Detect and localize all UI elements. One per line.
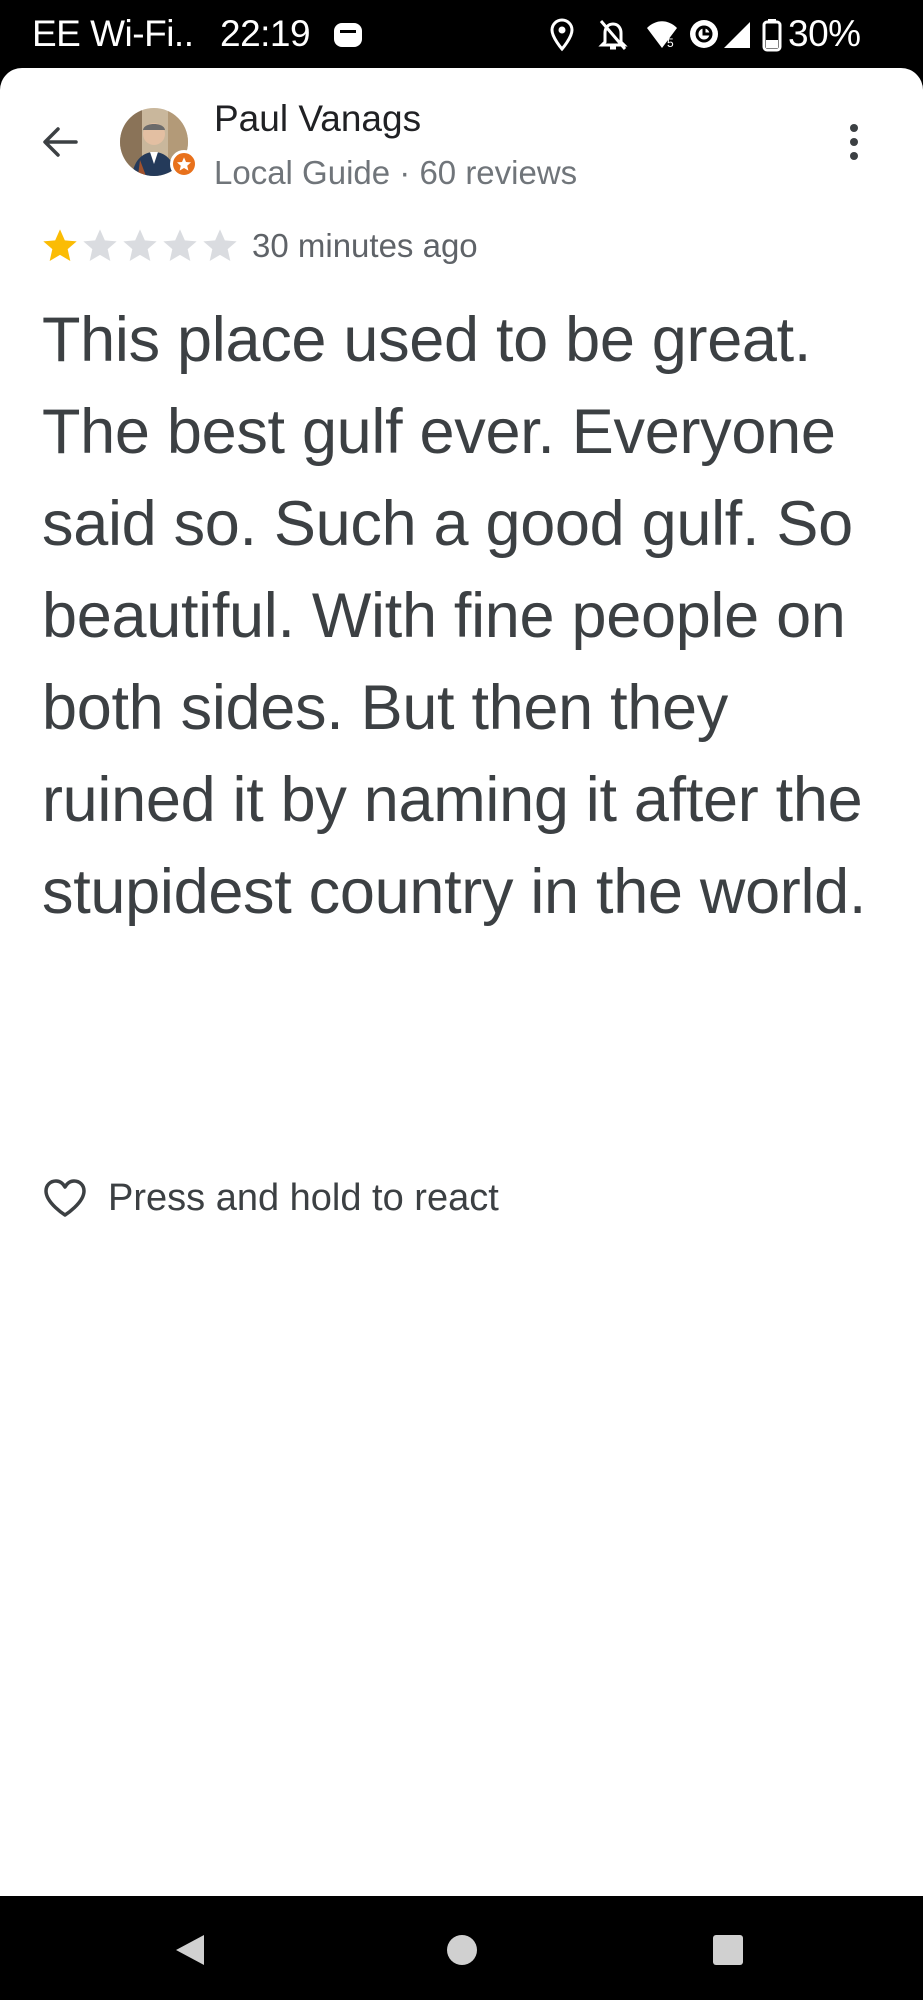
reviewer-name[interactable]: Paul Vanags	[214, 96, 421, 142]
star-empty-icon	[123, 229, 157, 261]
review-time: 30 minutes ago	[252, 227, 478, 264]
home-circle-icon	[447, 1935, 477, 1965]
status-bar: EE Wi-Fi.. 22:19 5 30%	[0, 0, 923, 68]
carrier-label: EE Wi-Fi..	[32, 13, 194, 54]
star-badge-icon	[177, 157, 191, 171]
review-text: This place used to be great. The best gu…	[42, 305, 867, 927]
nav-home-button[interactable]	[444, 1932, 480, 1973]
system-nav-bar	[0, 1896, 923, 2000]
clock: 22:19	[220, 13, 311, 54]
vpn-icon	[688, 18, 720, 55]
battery-icon	[762, 18, 782, 57]
location-icon	[550, 18, 574, 57]
arrow-back-icon	[43, 127, 78, 157]
heart-outline-icon	[44, 1179, 86, 1217]
star-empty-icon	[83, 229, 117, 261]
battery-percent: 30%	[788, 13, 861, 54]
back-button[interactable]	[34, 116, 86, 168]
react-label: Press and hold to react	[108, 1177, 499, 1219]
nav-back-button[interactable]	[172, 1932, 208, 1973]
back-triangle-icon	[176, 1935, 204, 1965]
bell-off-icon	[598, 18, 628, 57]
more-options-button[interactable]	[834, 114, 874, 170]
message-icon	[333, 22, 363, 53]
star-filled-icon	[43, 229, 77, 261]
svg-text:5: 5	[667, 36, 674, 50]
star-empty-icon	[203, 229, 237, 261]
star-empty-icon	[163, 229, 197, 261]
wifi-calling-icon: 5	[645, 20, 679, 55]
star-rating	[40, 226, 240, 266]
more-vert-icon	[850, 124, 858, 160]
nav-recents-button[interactable]	[710, 1932, 746, 1973]
reviewer-meta: Local Guide · 60 reviews	[214, 154, 578, 191]
local-guide-badge	[170, 150, 198, 178]
recents-square-icon	[713, 1935, 743, 1965]
review-detail-card: Paul Vanags Local Guide · 60 reviews 30 …	[0, 68, 923, 1896]
signal-icon	[722, 20, 752, 55]
react-button[interactable]: Press and hold to react	[42, 1168, 499, 1228]
rating-row: 30 minutes ago	[40, 224, 478, 268]
